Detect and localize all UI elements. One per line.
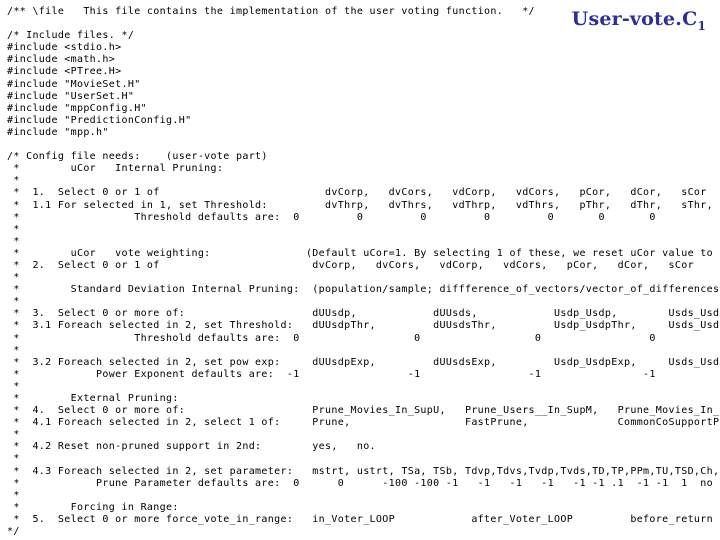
code-line: * 4.2 Reset non-pruned support in 2nd: y…: [7, 441, 376, 453]
code-line: * 3.1 Foreach selected in 2, set Thresho…: [7, 320, 720, 332]
code-line: * 4.3 Foreach selected in 2, set paramet…: [7, 465, 720, 477]
code-line: *: [7, 235, 20, 247]
code-line: *: [7, 344, 20, 356]
code-line: * Threshold defaults are: 0 0 0 0: [7, 332, 656, 344]
code-line: * uCor vote weighting: (Default uCor=1. …: [7, 247, 720, 259]
code-line: * Forcing in Range:: [7, 501, 179, 513]
code-line: *: [7, 489, 20, 501]
code-line: * 4. Select 0 or more of: Prune_Movies_I…: [7, 405, 720, 417]
code-line: */: [7, 526, 20, 538]
code-line: * 2. Select 0 or 1 of dvCorp, dvCors, vd…: [7, 259, 694, 271]
code-line: *: [7, 296, 20, 308]
code-line: * 3.2 Foreach selected in 2, set pow exp…: [7, 356, 720, 368]
code-line: #include "PredictionConfig.H": [7, 114, 192, 126]
code-line: *: [7, 429, 20, 441]
code-line: #include <PTree.H>: [7, 66, 122, 78]
code-line: * 5. Select 0 or more force_vote_in_rang…: [7, 513, 714, 525]
code-line: *: [7, 223, 20, 235]
code-line: *: [7, 272, 20, 284]
code-line: *: [7, 175, 20, 187]
code-line: * 3. Select 0 or more of: dUUsdp, dUUsds…: [7, 308, 720, 320]
code-line: #include "mpp.h": [7, 126, 109, 138]
code-line: * 1. Select 0 or 1 of dvCorp, dvCors, vd…: [7, 187, 707, 199]
code-line: * uCor Internal Pruning:: [7, 163, 224, 175]
code-line: #include "MovieSet.H": [7, 78, 141, 90]
code-line: #include <stdio.h>: [7, 42, 122, 54]
code-line: *: [7, 453, 20, 465]
code-line: * 1.1 For selected in 1, set Threshold: …: [7, 199, 714, 211]
code-line: #include "mppConfig.H": [7, 102, 147, 114]
code-line: /* Config file needs: (user-vote part): [7, 151, 268, 163]
code-line: * External Pruning:: [7, 393, 179, 404]
code-line: #include <math.h>: [7, 54, 116, 66]
code-line: * Threshold defaults are: 0 0 0 0 0 0 0: [7, 211, 656, 223]
source-code-listing: /** \file This file contains the impleme…: [7, 6, 720, 538]
code-line: * Prune Parameter defaults are: 0 0 -100…: [7, 477, 720, 489]
code-line: * Standard Deviation Internal Pruning: (…: [7, 284, 720, 296]
code-line: * 4.1 Foreach selected in 2, select 1 of…: [7, 417, 720, 429]
code-line: *: [7, 380, 20, 392]
code-line: /* Include files. */: [7, 30, 135, 42]
code-line: /** \file This file contains the impleme…: [7, 6, 535, 17]
code-line: #include "UserSet.H": [7, 90, 135, 102]
code-line: * Power Exponent defaults are: -1 -1 -1 …: [7, 368, 656, 380]
